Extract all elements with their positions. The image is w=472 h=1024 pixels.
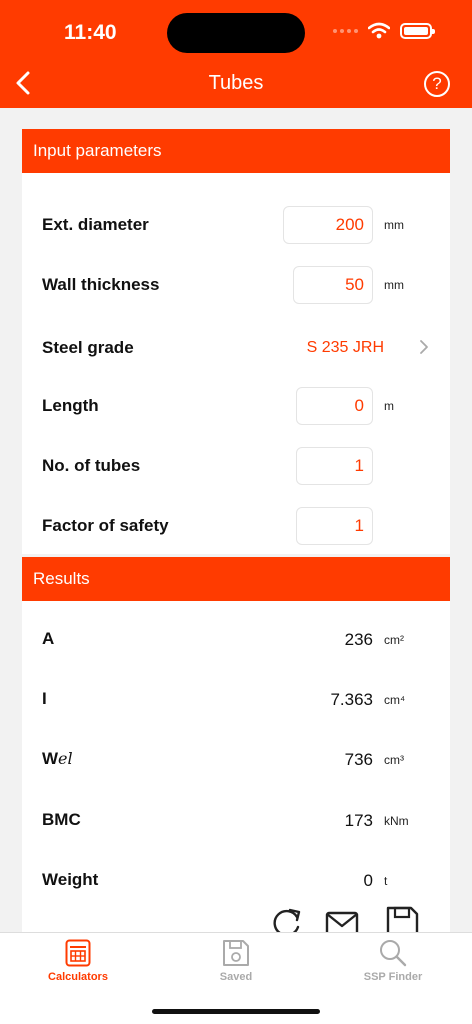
input-parameters-header: Input parameters xyxy=(22,129,450,173)
length-row: Length 0 m xyxy=(22,386,450,426)
result-i-row: I 7.363 cm⁴ xyxy=(22,685,450,715)
result-i-value: 7.363 xyxy=(330,690,373,709)
result-weight-label: Weight xyxy=(42,870,99,889)
signal-icon xyxy=(333,28,358,33)
wall-thickness-row: Wall thickness 50 mm xyxy=(22,265,450,305)
calculator-icon xyxy=(65,939,91,967)
search-icon xyxy=(380,940,407,967)
length-input[interactable]: 0 xyxy=(296,387,373,425)
result-wel-label: Wel xyxy=(42,749,73,769)
mail-icon[interactable] xyxy=(324,905,360,932)
steel-grade-row[interactable]: Steel grade S 235 JRH xyxy=(22,328,450,368)
steel-grade-label: Steel grade xyxy=(42,338,134,357)
ext-diameter-row: Ext. diameter 200 mm xyxy=(22,205,450,245)
status-indicators xyxy=(333,22,435,39)
ext-diameter-label: Ext. diameter xyxy=(42,215,149,234)
result-a-label: A xyxy=(42,629,55,648)
wall-thickness-label: Wall thickness xyxy=(42,275,160,294)
length-unit: m xyxy=(384,399,394,413)
help-button[interactable]: ? xyxy=(424,71,450,97)
factor-safety-input[interactable]: 1 xyxy=(296,507,373,545)
tab-saved-label: Saved xyxy=(219,971,253,983)
result-wel-label-sub: el xyxy=(58,749,73,768)
result-weight-unit: t xyxy=(384,874,388,888)
battery-icon xyxy=(400,22,435,39)
result-wel-unit: cm³ xyxy=(384,753,404,767)
results-card: Results A 236 cm² I 7.363 cm⁴ Wel 736 cm… xyxy=(22,557,450,932)
page-title: Tubes xyxy=(208,72,264,94)
tab-calculators[interactable]: Calculators xyxy=(18,939,138,983)
result-i-label: I xyxy=(42,689,47,708)
result-wel-label-main: W xyxy=(42,749,59,768)
app-header: 11:40 Tubes ? xyxy=(0,0,472,108)
ext-diameter-input[interactable]: 200 xyxy=(283,206,373,244)
home-indicator[interactable] xyxy=(152,1009,320,1014)
num-tubes-input[interactable]: 1 xyxy=(296,447,373,485)
dynamic-island xyxy=(167,13,305,53)
chevron-right-icon[interactable] xyxy=(418,337,430,357)
result-wel-row: Wel 736 cm³ xyxy=(22,745,450,775)
ext-diameter-unit: mm xyxy=(384,218,404,232)
factor-safety-label: Factor of safety xyxy=(42,516,169,535)
result-a-unit: cm² xyxy=(384,633,404,647)
result-bmc-label: BMC xyxy=(42,810,81,829)
input-parameters-card: Input parameters Ext. diameter 200 mm Wa… xyxy=(22,129,450,554)
result-bmc-row: BMC 173 kNm xyxy=(22,806,450,836)
refresh-icon[interactable] xyxy=(268,905,304,932)
wifi-icon xyxy=(368,22,390,39)
save-icon xyxy=(223,940,249,966)
tab-calculators-label: Calculators xyxy=(48,971,108,983)
result-weight-value: 0 xyxy=(363,871,373,890)
result-a-value: 236 xyxy=(344,630,373,649)
tab-saved[interactable]: Saved xyxy=(176,939,296,983)
scroll-content[interactable]: Input parameters Ext. diameter 200 mm Wa… xyxy=(22,108,450,932)
status-time: 11:40 xyxy=(64,21,117,44)
wall-thickness-input[interactable]: 50 xyxy=(293,266,373,304)
result-bmc-value: 173 xyxy=(344,811,373,830)
steel-grade-value[interactable]: S 235 JRH xyxy=(307,339,384,357)
result-i-unit: cm⁴ xyxy=(384,693,406,707)
num-tubes-row: No. of tubes 1 xyxy=(22,446,450,486)
result-weight-row: Weight 0 t xyxy=(22,866,450,896)
tab-ssp-finder[interactable]: SSP Finder xyxy=(333,939,453,983)
factor-safety-row: Factor of safety 1 xyxy=(22,506,450,546)
wall-thickness-unit: mm xyxy=(384,278,404,292)
results-header: Results xyxy=(22,557,450,601)
result-a-row: A 236 cm² xyxy=(22,625,450,655)
length-label: Length xyxy=(42,396,99,415)
tab-ssp-finder-label: SSP Finder xyxy=(363,971,423,983)
num-tubes-label: No. of tubes xyxy=(42,456,141,475)
result-bmc-unit: kNm xyxy=(384,814,409,828)
result-wel-value: 736 xyxy=(344,750,373,769)
save-icon[interactable] xyxy=(384,905,420,932)
